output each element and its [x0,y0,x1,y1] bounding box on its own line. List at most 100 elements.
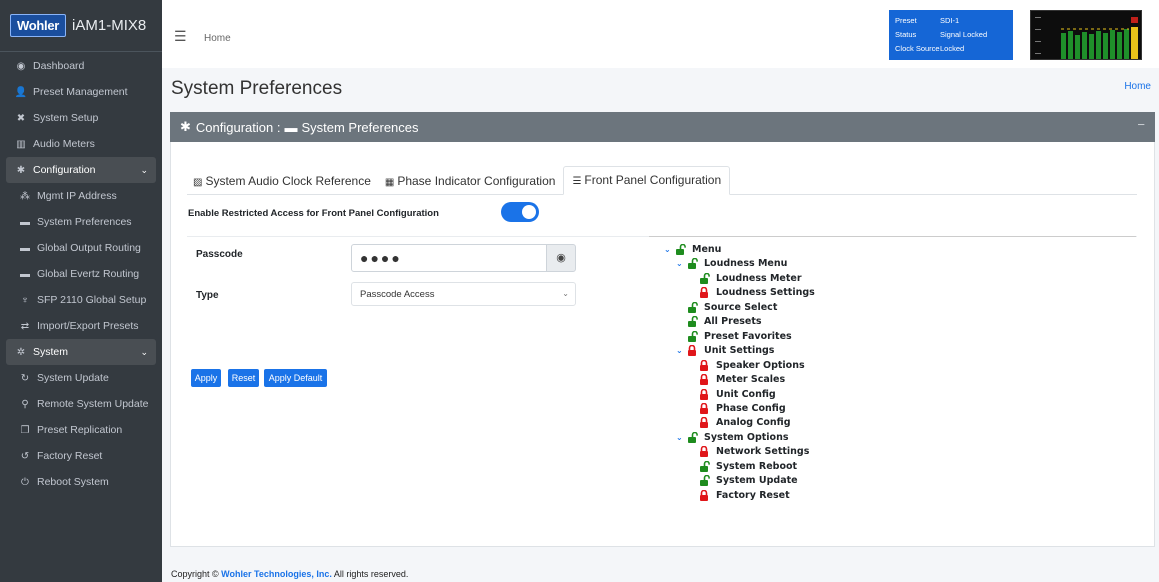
sidebar-item-system-update[interactable]: ↻ System Update [0,365,162,391]
tree-divider [649,236,1136,237]
lock-icon[interactable] [688,345,699,357]
sidebar-item-reboot-system[interactable]: ⏻ Reboot System [0,469,162,495]
footer-company-link[interactable]: Wohler Technologies, Inc. [221,569,332,579]
lock-icon[interactable] [700,374,711,386]
tree-node[interactable]: Loudness Settings [700,287,815,299]
lock-icon[interactable] [700,359,711,371]
sidebar-item-factory-reset[interactable]: ↺ Factory Reset [0,443,162,469]
exchange-icon: ⇄ [20,320,30,332]
brand[interactable]: Wohler iAM1-MIX8 [0,0,162,52]
passcode-label: Passcode [196,249,243,260]
apply-default-button[interactable]: Apply Default [264,369,327,387]
sidebar: Wohler iAM1-MIX8 ◉ Dashboard 👤 Preset Mana… [0,0,162,582]
tab-phase-indicator[interactable]: ▦ Phase Indicator Configuration [379,174,564,194]
unlock-icon[interactable] [688,316,699,328]
sidebar-item-global-output-routing[interactable]: ▬ Global Output Routing [0,235,162,261]
tree-node[interactable]: ⌄ Menu [664,244,721,255]
tree-node-label: Menu [692,244,722,255]
lock-icon[interactable] [700,489,711,501]
sidebar-item-preset-management[interactable]: 👤 Preset Management [0,79,162,105]
chevron-down-icon[interactable]: ⌄ [676,346,688,355]
unlock-icon[interactable] [700,460,711,472]
unlock-icon[interactable] [700,475,711,487]
passcode-input[interactable]: ●●●● [351,244,547,272]
tree-node[interactable]: Loudness Meter [700,272,802,284]
tree-node[interactable]: Factory Reset [700,489,790,501]
type-select-value: Passcode Access [360,289,435,300]
sidebar-item-import-export[interactable]: ⇄ Import/Export Presets [0,313,162,339]
tree-node[interactable]: Preset Favorites [688,330,792,342]
clock-source-value: Locked [940,43,965,53]
hamburger-menu-icon[interactable]: ☰ [174,28,187,45]
preset-status-label: Preset [895,15,917,25]
status-panel: Preset SDI-1 Status Signal Locked Clock So… [889,10,1013,60]
breadcrumb-home[interactable]: Home [1124,81,1151,92]
power-icon: ⏻ [21,476,29,488]
list-icon: ☰ [572,176,582,187]
tree-node[interactable]: System Update [700,475,798,487]
audio-meter-thumbnail[interactable] [1030,10,1142,60]
restricted-access-toggle[interactable] [501,202,539,222]
unlock-icon[interactable] [688,258,699,270]
tree-node[interactable]: Network Settings [700,446,810,458]
card-header-title: System Preferences [301,119,419,135]
undo-icon: ↺ [20,450,30,462]
sidebar-item-audio-meters[interactable]: ▥ Audio Meters [0,131,162,157]
card-body: ▨ System Audio Clock Reference ▦ Phase Ind… [170,142,1155,547]
tree-node[interactable]: ⌄ Unit Settings [676,345,775,357]
lock-icon[interactable] [700,402,711,414]
chevron-down-icon[interactable]: ⌄ [664,245,676,254]
unlock-icon[interactable] [676,244,687,255]
sidebar-item-mgmt-ip[interactable]: ⁂ Mgmt IP Address [0,183,162,209]
lock-icon[interactable] [700,388,711,400]
tab-front-panel[interactable]: ☰ Front Panel Configuration [563,166,731,195]
chevron-down-icon[interactable]: ⌄ [676,433,688,442]
tree-node-label: Network Settings [716,446,810,458]
tree-node-label: System Reboot [716,460,798,472]
bar-chart-icon: ▥ [16,138,26,150]
preset-status-value: SDI-1 [940,15,960,25]
tree-node[interactable]: ⌄ Loudness Menu [676,258,788,270]
tree-node[interactable]: Analog Config [700,417,791,429]
tree-node[interactable]: Speaker Options [700,359,805,371]
lock-icon[interactable] [700,446,711,458]
chevron-down-icon: ⌄ [140,164,148,175]
tree-node[interactable]: Phase Config [700,402,786,414]
show-password-eye-icon[interactable]: ◉ [546,244,576,272]
collapse-button[interactable]: − [1137,117,1145,132]
sidebar-item-preset-replication[interactable]: ❐ Preset Replication [0,417,162,443]
sidebar-item-global-evertz-routing[interactable]: ▬ Global Evertz Routing [0,261,162,287]
apply-button[interactable]: Apply [191,369,221,387]
gear-icon: ✱ [16,164,26,176]
sidebar-item-system-preferences[interactable]: ▬ System Preferences [0,209,162,235]
reset-button[interactable]: Reset [228,369,259,387]
lock-icon[interactable] [700,417,711,429]
tree-node-label: Factory Reset [716,489,790,501]
tree-node[interactable]: Unit Config [700,388,776,400]
sidebar-item-sfp-2110[interactable]: ♆ SFP 2110 Global Setup [0,287,162,313]
tree-node-label: Unit Settings [704,345,775,357]
tree-node-label: Loudness Menu [704,258,788,270]
tree-node[interactable]: All Presets [688,316,762,328]
refresh-icon: ↻ [20,372,30,384]
tree-node[interactable]: Source Select [688,301,777,313]
sidebar-item-system[interactable]: ✲ System ⌄ [6,339,156,365]
footer-copyright: Copyright © [171,569,219,579]
tree-node[interactable]: ⌄ System Options [676,431,789,443]
sidebar-item-remote-system-update[interactable]: ⚲ Remote System Update [0,391,162,417]
tree-node[interactable]: System Reboot [700,460,798,472]
sidebar-item-dashboard[interactable]: ◉ Dashboard [0,53,162,79]
tree-node[interactable]: Meter Scales [700,374,785,386]
sidebar-item-configuration[interactable]: ✱ Configuration ⌄ [6,157,156,183]
unlock-icon[interactable] [688,330,699,342]
clock-source-label: Clock Source [895,43,940,53]
unlock-icon[interactable] [700,272,711,284]
type-select[interactable]: Passcode Access ⌄ [351,282,576,306]
top-home-link[interactable]: Home [204,33,231,44]
tab-system-audio-clock[interactable]: ▨ System Audio Clock Reference [187,174,379,194]
lock-icon[interactable] [700,287,711,299]
unlock-icon[interactable] [688,301,699,313]
chevron-down-icon[interactable]: ⌄ [676,259,688,268]
unlock-icon[interactable] [688,431,699,443]
sidebar-item-system-setup[interactable]: ✖ System Setup [0,105,162,131]
